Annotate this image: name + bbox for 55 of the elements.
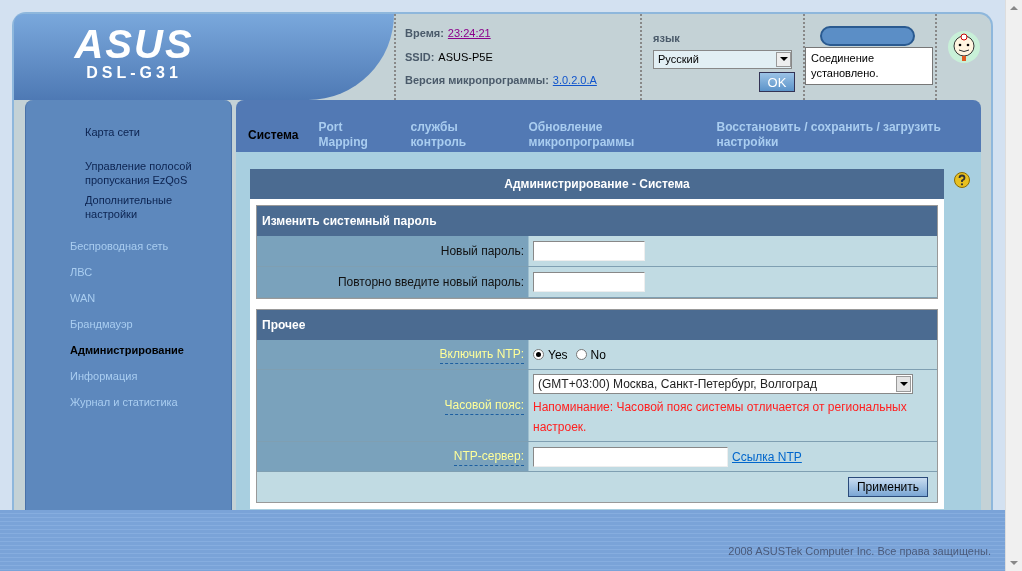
radio-button[interactable] [533,349,544,360]
info-link[interactable]: 3.0.2.0.A [552,72,597,89]
scroll-down-icon[interactable] [1010,561,1018,565]
tab[interactable]: Port Mapping [318,120,391,150]
tab[interactable]: Система [248,127,299,143]
timezone-select[interactable]: (GMT+03:00) Москва, Санкт-Петербург, Волгоград [533,374,913,394]
ok-button[interactable]: OK [759,71,795,92]
sidebar-item[interactable]: ЛВС [26,259,231,285]
sidebar-item[interactable]: Информация [26,363,231,389]
mascot-icon [947,30,981,64]
field-label: Включить NTP: [439,345,524,364]
field-label: Новый пароль: [440,243,524,260]
brand-logo: ASUS [74,26,194,62]
language-select[interactable]: Русский [653,49,792,69]
radio-label: No [590,346,606,364]
radio-button[interactable] [575,349,587,360]
model-name: DSL-G31 [86,63,182,83]
info-label: Версия микропрограммы: [405,73,549,89]
form-title-bar: Администрирование - Система [250,169,944,199]
radio-label: Yes [548,346,568,364]
scrollbar[interactable] [1005,0,1022,571]
sidebar-item[interactable]: Брандмауэр [26,311,231,337]
field-label: Часовой пояс: [444,396,524,415]
tab[interactable]: Восстановить / сохранить / загрузить настройки [716,120,942,150]
warning-text: Напоминание: Часовой пояс системы отличается от региональных настроек. [533,399,908,436]
reboot-button[interactable] [820,26,915,46]
sidebar-item[interactable]: WAN [26,285,231,311]
status-tooltip: Соединение установлено. [805,47,933,85]
sidebar-item[interactable]: Журнал и статистика [26,389,231,415]
password-field[interactable] [533,272,645,292]
password-field[interactable] [533,241,645,261]
sidebar-item[interactable]: Карта сети [85,125,195,159]
ntp-server-field[interactable] [533,446,728,467]
caret-icon [776,51,791,67]
sidebar-item[interactable]: Администрирование [26,337,231,363]
field-label: Повторно введите новый пароль: [337,274,524,291]
info-link[interactable]: 23:24:21 [447,25,491,42]
help-icon [954,172,970,188]
info-label: SSID: [405,49,435,65]
copyright-text: 2008 ASUSTek Computer Inc. Все права защищены. [728,543,991,559]
language-label: язык [653,31,681,46]
caret-icon [896,376,911,392]
sidebar-item[interactable]: Беспроводная сеть [26,233,231,259]
scroll-up-icon[interactable] [1010,6,1018,10]
field-label: NTP-сервер: [453,447,524,466]
info-label: Время: [405,26,444,42]
section-header: Изменить системный пароль [257,206,937,236]
ntp-link[interactable]: Ссылка NTP [732,447,802,466]
sidebar-item[interactable]: Управление полосой пропускания EzQoS [85,159,195,193]
tab[interactable]: службы контроль [410,120,509,150]
info-value: ASUS-P5E [438,49,493,65]
apply-button[interactable]: Применить [848,477,928,497]
section-header: Прочее [257,310,937,340]
sidebar-item[interactable]: Дополнительные настройки [85,193,195,227]
tab[interactable]: Обновление микропрограммы [528,120,697,150]
